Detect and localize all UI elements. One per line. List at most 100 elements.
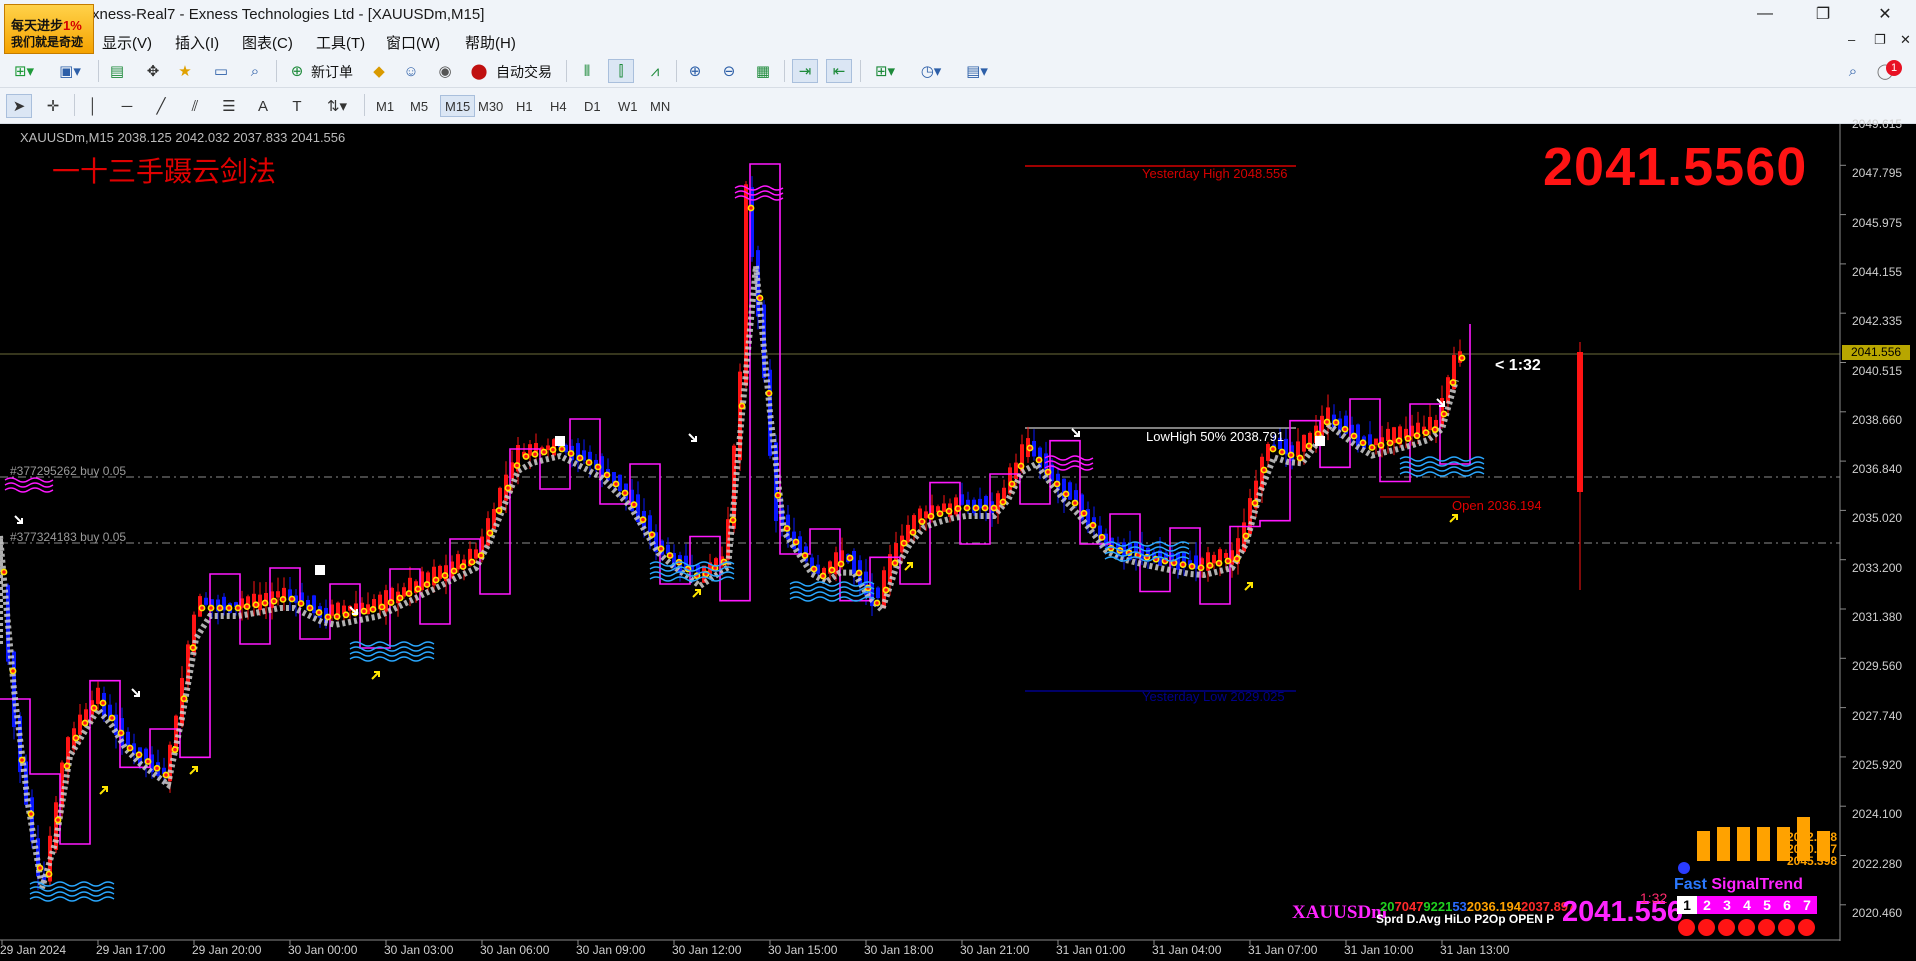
menu-insert[interactable]: 插入(I) xyxy=(175,32,219,53)
tile-windows-button[interactable]: ▦ xyxy=(750,59,776,83)
periods-button[interactable]: ◷▾ xyxy=(912,59,950,83)
restore-button[interactable]: ❐ xyxy=(1800,0,1846,28)
ma-dot-core xyxy=(1082,511,1086,516)
zoom-out-button[interactable]: ⊖ xyxy=(716,59,742,83)
timeframe-h1[interactable]: H1 xyxy=(512,95,537,117)
data-window-button[interactable]: ✥ xyxy=(140,59,166,83)
timeframe-h4[interactable]: H4 xyxy=(546,95,571,117)
logo-badge: 每天进步1% 我们就是奇迹 xyxy=(4,4,94,54)
crosshair-tool[interactable]: ✛ xyxy=(40,94,66,118)
close-button[interactable]: ✕ xyxy=(1862,0,1908,28)
line-chart-button[interactable]: ⩘ xyxy=(642,59,668,83)
templates-button[interactable]: ▤▾ xyxy=(958,59,996,83)
timeframe-m1[interactable]: M1 xyxy=(372,95,398,117)
ma-dot-core xyxy=(1190,564,1194,569)
buy-arrow xyxy=(371,671,380,680)
indicators-button[interactable]: ⊞▾ xyxy=(866,59,904,83)
new-order-label[interactable]: 新订单 xyxy=(311,62,353,82)
market-watch-button[interactable]: ▤ xyxy=(104,59,130,83)
ma-dot-core xyxy=(1325,420,1329,424)
timeframe-d1[interactable]: D1 xyxy=(580,95,605,117)
price-tick-label: 2029.560 xyxy=(1852,659,1903,674)
new-chart-button[interactable]: ⊞▾ xyxy=(6,59,42,83)
text-label-tool[interactable]: T xyxy=(284,94,310,118)
ma-dot-core xyxy=(767,391,771,396)
indicators-icon: ⊞▾ xyxy=(874,63,896,80)
ma-dot-core xyxy=(947,509,951,513)
chart-canvas[interactable] xyxy=(0,124,1916,961)
zoom-in-button[interactable]: ⊕ xyxy=(682,59,708,83)
time-tick-label: 30 Jan 12:00 xyxy=(672,943,742,957)
candle-body xyxy=(438,565,442,579)
time-tick-label: 30 Jan 09:00 xyxy=(576,943,646,957)
minimize-button[interactable]: — xyxy=(1742,0,1788,28)
search-button[interactable]: ⌕ xyxy=(1840,59,1866,83)
timeframe-m5[interactable]: M5 xyxy=(406,95,432,117)
menu-view[interactable]: 显示(V) xyxy=(102,32,152,53)
menu-tools[interactable]: 工具(T) xyxy=(316,32,365,53)
timeframe-mn[interactable]: MN xyxy=(646,95,674,117)
terminal-button[interactable]: ▭ xyxy=(208,59,234,83)
ma-dot-core xyxy=(1226,559,1230,563)
mdi-close-button[interactable]: ✕ xyxy=(1900,32,1911,48)
menu-help[interactable]: 帮助(H) xyxy=(465,32,516,53)
vertical-line-tool[interactable]: │ xyxy=(80,94,106,118)
horizontal-line-tool[interactable]: ─ xyxy=(114,94,140,118)
drawing-toolbar: ➤ ✛ │ ─ ╱ ⫽ ☰ A T ⇅▾ M1 M5 M15 M30 H1 H4… xyxy=(0,88,1916,124)
ma-dot-core xyxy=(47,872,51,876)
metaeditor-button[interactable]: ◆ xyxy=(366,59,392,83)
chart-shift-button[interactable]: ⇤ xyxy=(826,59,852,83)
order-line-label[interactable]: #377295262 buy 0.05 xyxy=(10,464,126,478)
equidistant-channel-tool[interactable]: ⫽ xyxy=(182,94,208,118)
ma-dot-core xyxy=(1415,433,1419,438)
wave-marker xyxy=(349,656,435,662)
bar-chart-button[interactable]: ⫴ xyxy=(574,59,600,83)
fibonacci-tool[interactable]: ☰ xyxy=(216,94,242,118)
experts-button[interactable]: ☺ xyxy=(398,59,424,83)
signal-bar xyxy=(1717,827,1730,861)
ma-dot-core xyxy=(551,447,555,452)
mdi-minimize-button[interactable]: – xyxy=(1848,32,1855,47)
price-tick-label: 2040.515 xyxy=(1852,363,1903,378)
mdi-restore-button[interactable]: ❐ xyxy=(1874,32,1886,48)
time-tick-label: 31 Jan 13:00 xyxy=(1440,943,1510,957)
signal-fast-label: Fast xyxy=(1674,876,1712,893)
ma-dot-core xyxy=(569,451,573,456)
signal-bar xyxy=(1697,831,1710,861)
cursor-tool[interactable]: ➤ xyxy=(6,94,32,118)
ma-dot-core xyxy=(389,600,393,605)
menu-charts[interactable]: 图表(C) xyxy=(242,32,293,53)
strategy-tester-button[interactable]: ⌕ xyxy=(242,59,268,83)
auto-trading-button[interactable]: ⬤ xyxy=(466,59,492,83)
panel-symbol: XAUUSDm xyxy=(1292,902,1387,923)
ma-dot-core xyxy=(614,482,618,486)
signal-cell: 6 xyxy=(1777,896,1797,914)
trendline-tool[interactable]: ╱ xyxy=(148,94,174,118)
candlestick-button[interactable]: ⫿ xyxy=(608,59,634,83)
buy-arrow xyxy=(904,562,913,571)
profiles-button[interactable]: ▣▾ xyxy=(52,59,88,83)
auto-scroll-button[interactable]: ⇥ xyxy=(792,59,818,83)
navigator-button[interactable]: ★ xyxy=(172,59,198,83)
auto-trading-label[interactable]: 自动交易 xyxy=(496,62,552,82)
ma-dot-core xyxy=(776,493,780,498)
ma-dot-core xyxy=(1073,501,1077,505)
ma-dot-core xyxy=(965,506,969,510)
arrows-tool[interactable]: ⇅▾ xyxy=(318,94,356,118)
candle-body xyxy=(1296,441,1300,457)
order-line-label[interactable]: #377324183 buy 0.05 xyxy=(10,530,126,544)
price-chart[interactable]: XAUUSDm,M15 2038.125 2042.032 2037.833 2… xyxy=(0,117,1916,961)
menu-bar: 显示(V) 插入(I) 图表(C) 工具(T) 窗口(W) 帮助(H) xyxy=(0,28,1916,54)
text-tool[interactable]: A xyxy=(250,94,276,118)
timeframe-m15[interactable]: M15 xyxy=(440,95,476,117)
window-title: xness-Real7 - Exness Technologies Ltd - … xyxy=(92,6,485,23)
menu-window[interactable]: 窗口(W) xyxy=(386,32,440,53)
timeframe-m30[interactable]: M30 xyxy=(474,95,507,117)
templates-icon: ▤▾ xyxy=(966,63,988,80)
ma-dot-core xyxy=(1028,446,1032,450)
signals-button[interactable]: ◉ xyxy=(432,59,458,83)
price-tick-label: 2036.840 xyxy=(1852,462,1903,477)
ma-dot-core xyxy=(209,606,213,610)
timeframe-w1[interactable]: W1 xyxy=(614,95,642,117)
new-order-button[interactable]: ⊕ xyxy=(284,59,310,83)
